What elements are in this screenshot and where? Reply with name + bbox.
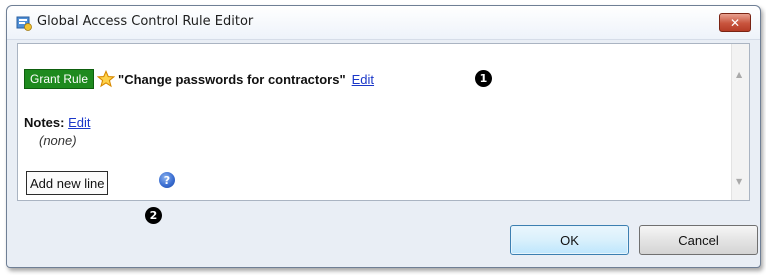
help-icon[interactable]: ? xyxy=(159,172,175,188)
notes-row: Notes: Edit xyxy=(24,115,90,130)
scroll-up-icon[interactable]: ▲ xyxy=(736,70,742,79)
ok-button[interactable]: OK xyxy=(510,225,629,255)
callout-two: 2 xyxy=(145,207,162,224)
grant-rule-badge: Grant Rule xyxy=(24,69,95,89)
add-new-line-button[interactable]: Add new line xyxy=(26,171,109,195)
star-icon xyxy=(97,70,116,88)
rule-editor-dialog: Global Access Control Rule Editor ✕ Gran… xyxy=(6,5,761,268)
rule-edit-link[interactable]: Edit xyxy=(352,72,374,87)
title-bar: Global Access Control Rule Editor ✕ xyxy=(7,6,760,40)
rule-header: Grant Rule "Change passwords for contrac… xyxy=(24,69,374,89)
cancel-button[interactable]: Cancel xyxy=(639,225,758,255)
vertical-scrollbar[interactable]: ▲ ▼ xyxy=(731,44,749,200)
notes-value: (none) xyxy=(39,133,77,148)
rule-name: "Change passwords for contractors" xyxy=(118,71,346,87)
callout-one: 1 xyxy=(475,70,492,87)
rule-content-panel: Grant Rule "Change passwords for contrac… xyxy=(17,43,750,201)
notes-label: Notes: xyxy=(24,115,65,130)
notes-edit-link[interactable]: Edit xyxy=(68,115,90,130)
window-title: Global Access Control Rule Editor xyxy=(37,14,254,29)
close-icon: ✕ xyxy=(729,15,741,30)
app-icon xyxy=(16,16,32,31)
close-button[interactable]: ✕ xyxy=(719,13,751,32)
scroll-down-icon[interactable]: ▼ xyxy=(736,177,742,186)
